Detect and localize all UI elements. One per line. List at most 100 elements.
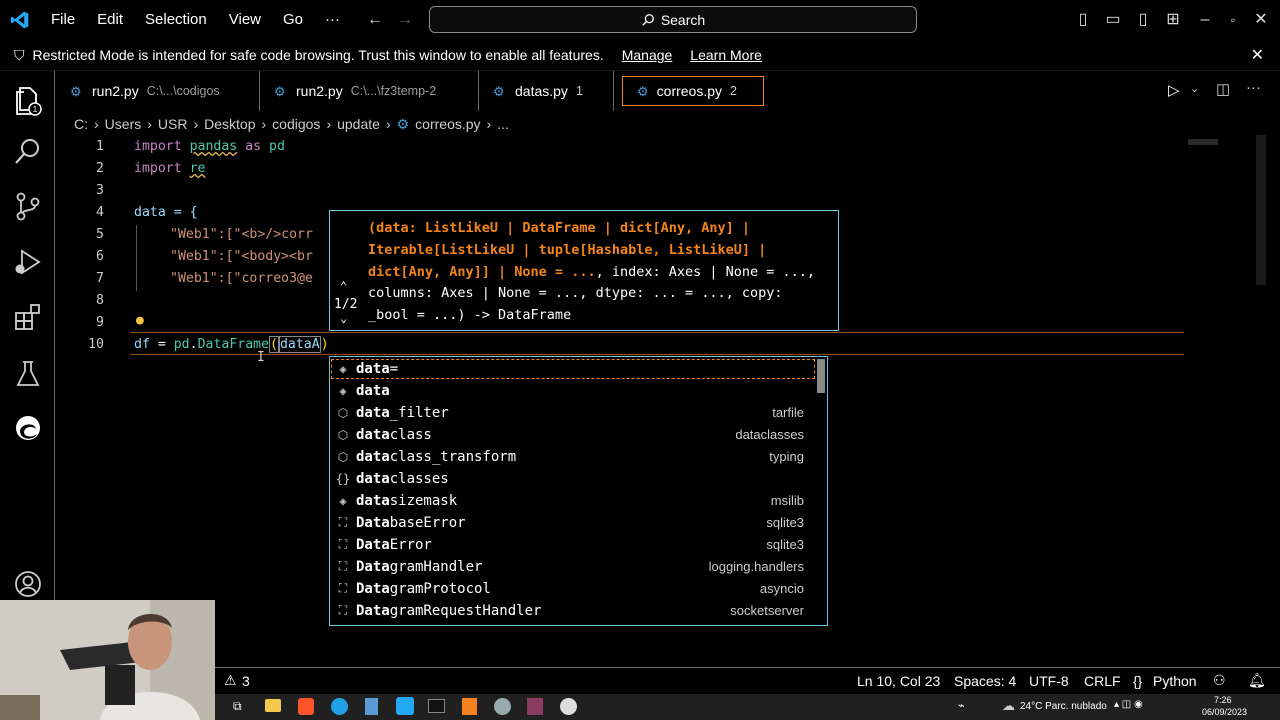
menu-view[interactable]: View [218,0,272,40]
suggestion-item[interactable]: ⛶ DatabaseError sqlite3 [330,512,816,534]
breadcrumb-item[interactable]: update [337,116,380,132]
search-icon[interactable] [11,135,45,169]
restricted-mode-banner: ⛉ Restricted Mode is intended for safe c… [0,40,1280,71]
class-icon: ⛶ [338,515,348,530]
suggestion-item[interactable]: ◈ data [330,380,816,402]
lightbulb-icon[interactable]: ● [136,313,144,328]
sublime-icon[interactable] [462,698,477,715]
indentation[interactable]: Spaces: 4 [954,673,1016,689]
toggle-panel-icon[interactable]: ▭ [1102,9,1124,31]
minimap[interactable] [1188,139,1218,145]
winrar-icon[interactable] [527,698,543,715]
autocomplete-list[interactable]: ◈ data= ◈ data ⬡ data_filter tarfile ⬡ datacl… [329,356,828,626]
clock-date[interactable]: 06/09/2023 [1202,707,1247,717]
suggestion-item[interactable]: ⛶ DataError sqlite3 [330,534,816,556]
edge-devtools-icon[interactable] [11,411,45,445]
vscode-taskbar-icon[interactable] [396,697,414,715]
source-control-icon[interactable] [11,189,45,223]
edge-browser-icon[interactable] [331,698,348,715]
network-icon[interactable]: ⌁ [958,699,965,712]
cursor-position[interactable]: Ln 10, Col 23 [857,673,940,689]
module-icon: ⬡ [337,449,349,464]
account-icon[interactable] [11,567,45,601]
restore-window-icon[interactable]: ▫ [1222,9,1244,31]
close-window-icon[interactable]: ✕ [1250,9,1272,31]
app-icon[interactable] [494,698,511,715]
breadcrumb-item[interactable]: Desktop [204,116,255,132]
back-arrow-icon[interactable]: ← [364,9,386,31]
run-python-file-icon[interactable]: ▷ [1168,81,1180,99]
breadcrumb-item[interactable]: Users [105,116,142,132]
suggestion-item[interactable]: ⛶ DatagramProtocol asyncio [330,578,816,600]
breadcrumb-item[interactable]: correos.py [415,116,480,132]
clock-time[interactable]: 7:26 [1214,695,1232,705]
menu-more[interactable]: ··· [314,0,351,40]
more-actions-icon[interactable]: ··· [1246,79,1261,96]
line-number: 8 [96,293,104,308]
language-mode[interactable]: Python [1153,673,1197,689]
keyword: import [134,139,182,154]
language-braces-icon[interactable]: {} [1133,673,1142,689]
suggestion-item[interactable]: ⬡ data_filter tarfile [330,402,816,424]
forward-arrow-icon[interactable]: → [394,9,416,31]
tab-problem-count: 2 [730,84,737,98]
suggestion-item[interactable]: ⛶ DatagramRequestHandler socketserver [330,600,816,622]
breadcrumb-item[interactable]: ... [497,116,509,132]
accounts-icon[interactable]: ⚇ [1213,672,1226,689]
encoding[interactable]: UTF-8 [1029,673,1069,689]
breadcrumb-item[interactable]: USR [158,116,188,132]
chevron-down-icon[interactable]: ⌄ [340,311,347,325]
module-name: pandas [189,139,238,154]
end-of-line[interactable]: CRLF [1084,673,1121,689]
python-file-icon: ⚙ [396,115,410,132]
testing-icon[interactable] [11,357,45,391]
chrome-icon[interactable] [560,698,577,715]
suggestion-item[interactable]: ◈ datasizemask msilib [330,490,816,512]
breadcrumb-item[interactable]: C: [74,116,88,132]
notifications-bell-icon[interactable]: 🔔︎ [1248,672,1266,689]
customize-layout-icon[interactable]: ⊞ [1162,9,1184,31]
class-icon: ⛶ [338,603,348,618]
split-editor-icon[interactable]: ◫ [1216,80,1230,98]
tray-icons[interactable]: ▴ ◫ ◉ [1114,699,1143,710]
menu-go[interactable]: Go [272,0,314,40]
learn-more-link[interactable]: Learn More [690,47,762,63]
close-banner-icon[interactable]: ✕ [1251,45,1264,65]
warning-icon[interactable]: ⚠ [224,672,237,689]
manage-link[interactable]: Manage [622,47,673,63]
task-view-icon[interactable]: ⧉ [233,699,242,714]
suggestion-item[interactable]: ⛶ DatagramHandler logging.handlers [330,556,816,578]
tab-run2-codigos[interactable]: ⚙ run2.py C:\...\codigos [56,71,260,111]
problems-warning-count[interactable]: 3 [242,673,250,689]
tab-label: datas.py [515,83,568,99]
toggle-secondary-sidebar-icon[interactable]: ▯ [1132,9,1154,31]
python-file-icon: ⚙ [274,84,286,99]
weather-icon[interactable]: ☁ [1002,698,1015,714]
suggest-scrollbar[interactable] [817,359,825,393]
run-debug-icon[interactable] [11,245,45,279]
brave-browser-icon[interactable] [298,698,314,715]
calculator-icon[interactable] [365,698,378,715]
breadcrumb-item[interactable]: codigos [272,116,320,132]
suggestion-item[interactable]: ⬡ dataclass dataclasses [330,424,816,446]
suggestion-item[interactable]: ◈ data= [330,358,816,380]
tab-run2-fz3temp[interactable]: ⚙ run2.py C:\...\fz3temp-2 [260,71,479,111]
vertical-scrollbar[interactable] [1256,135,1266,285]
minimize-window-icon[interactable]: – [1194,9,1216,31]
file-explorer-icon[interactable] [265,699,281,712]
toggle-primary-sidebar-icon[interactable]: ▯ [1072,9,1094,31]
tab-datas[interactable]: ⚙ datas.py 1 [479,71,614,111]
menu-file[interactable]: File [40,0,86,40]
explorer-icon[interactable]: 1 [11,83,45,117]
tab-correos[interactable]: ⚙ correos.py 2 [622,76,764,106]
terminal-icon[interactable] [428,699,445,713]
run-dropdown-chevron-icon[interactable]: ⌄ [1190,82,1199,95]
chevron-up-icon[interactable]: ⌃ [340,279,347,293]
menu-selection[interactable]: Selection [134,0,218,40]
extensions-icon[interactable] [11,301,45,335]
menu-edit[interactable]: Edit [86,0,134,40]
suggestion-item[interactable]: {} dataclasses [330,468,816,490]
weather-text[interactable]: 24°C Parc. nublado [1020,701,1107,712]
command-center-search[interactable]: Search [429,6,917,33]
suggestion-item[interactable]: ⬡ dataclass_transform typing [330,446,816,468]
